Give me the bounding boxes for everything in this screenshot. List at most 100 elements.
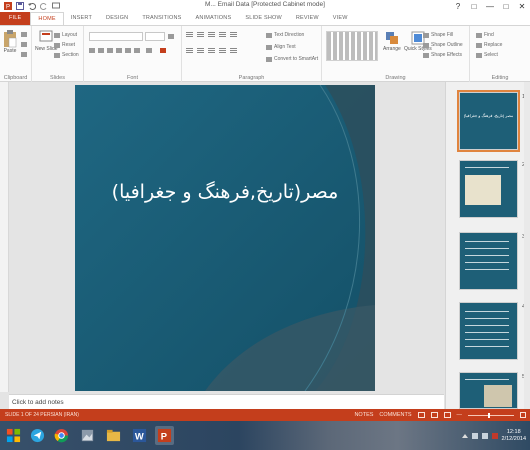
vertical-ruler bbox=[0, 82, 9, 392]
current-slide[interactable]: مصر(تاریخ,فرهنگ و جغرافیا) bbox=[75, 85, 375, 391]
tab-design[interactable]: DESIGN bbox=[99, 12, 135, 25]
notes-pane[interactable]: Click to add notes bbox=[9, 394, 444, 409]
svg-text:W: W bbox=[135, 431, 144, 441]
drawing-group: Arrange Quick Styles Shape Fill Shape Ou… bbox=[322, 26, 470, 82]
numbering-icon[interactable] bbox=[197, 32, 204, 37]
word-icon[interactable]: W bbox=[130, 426, 149, 445]
tab-transitions[interactable]: TRANSITIONS bbox=[135, 12, 188, 25]
line-spacing-icon[interactable] bbox=[230, 32, 237, 37]
shadow-icon[interactable] bbox=[116, 48, 122, 53]
zoom-out-button[interactable]: — bbox=[457, 412, 463, 418]
paste-label: Paste bbox=[3, 48, 17, 54]
tab-review[interactable]: REVIEW bbox=[289, 12, 326, 25]
network-icon[interactable] bbox=[471, 432, 478, 439]
font-size-select[interactable] bbox=[145, 32, 165, 41]
tab-slide-show[interactable]: SLIDE SHOW bbox=[238, 12, 289, 25]
notes-toggle[interactable]: NOTES bbox=[354, 412, 373, 418]
italic-icon[interactable] bbox=[98, 48, 104, 53]
justify-icon[interactable] bbox=[219, 48, 226, 53]
language-icon[interactable] bbox=[491, 432, 498, 439]
tray-arrow-icon[interactable] bbox=[461, 433, 468, 438]
paragraph-group-label: Paragraph bbox=[238, 75, 265, 81]
slide-thumbnail-2[interactable] bbox=[459, 160, 518, 218]
thumbnail-image bbox=[484, 385, 512, 407]
text-direction-label: Text Direction bbox=[274, 32, 305, 38]
file-explorer-icon[interactable] bbox=[104, 426, 123, 445]
tab-home[interactable]: HOME bbox=[30, 12, 64, 25]
select-button[interactable]: Select bbox=[476, 52, 498, 58]
thumbnail-text-line bbox=[465, 248, 509, 249]
reset-button[interactable]: Reset bbox=[54, 42, 75, 48]
reading-view-icon[interactable] bbox=[443, 412, 451, 418]
align-text-button[interactable]: Align Text bbox=[266, 44, 296, 50]
section-button[interactable]: Section bbox=[54, 52, 79, 58]
font-group: Font bbox=[84, 26, 182, 82]
zoom-slider[interactable] bbox=[468, 412, 514, 418]
strikethrough-icon[interactable] bbox=[125, 48, 131, 53]
help-button[interactable]: ? bbox=[450, 0, 466, 12]
paste-button[interactable]: Paste bbox=[3, 30, 17, 54]
slide-thumbnail-3[interactable] bbox=[459, 232, 518, 290]
powerpoint-taskbar-icon[interactable]: P bbox=[155, 426, 174, 445]
zoom-slider-knob[interactable] bbox=[488, 412, 490, 418]
taskbar-clock[interactable]: 12:18 2/12/2014 bbox=[502, 429, 526, 443]
layout-button[interactable]: Layout bbox=[54, 32, 77, 38]
ribbon-display-button[interactable]: □ bbox=[466, 0, 482, 12]
slide-thumbnail-5[interactable] bbox=[459, 372, 518, 409]
align-center-icon[interactable] bbox=[197, 48, 204, 53]
font-name-select[interactable] bbox=[89, 32, 143, 41]
shape-effects-button[interactable]: Shape Effects bbox=[423, 52, 462, 58]
text-direction-button[interactable]: Text Direction bbox=[266, 32, 304, 38]
shape-outline-button[interactable]: Shape Outline bbox=[423, 42, 463, 48]
windows-taskbar: W P 12:18 2/12/2014 bbox=[0, 421, 530, 450]
shape-fill-button[interactable]: Shape Fill bbox=[423, 32, 453, 38]
format-painter-icon[interactable] bbox=[21, 52, 27, 57]
columns-icon[interactable] bbox=[230, 48, 237, 53]
slide-title[interactable]: مصر(تاریخ,فرهنگ و جغرافیا) bbox=[75, 181, 375, 203]
arrange-icon bbox=[385, 32, 398, 44]
minimize-button[interactable]: — bbox=[482, 0, 498, 12]
find-label: Find bbox=[484, 32, 494, 38]
align-left-icon[interactable] bbox=[186, 48, 193, 53]
bullets-icon[interactable] bbox=[186, 32, 193, 37]
tab-insert[interactable]: INSERT bbox=[64, 12, 99, 25]
replace-button[interactable]: Replace bbox=[476, 42, 502, 48]
fit-to-window-icon[interactable] bbox=[520, 412, 526, 418]
tab-file[interactable]: FILE bbox=[0, 12, 31, 25]
volume-icon[interactable] bbox=[481, 432, 488, 439]
editing-group-label: Editing bbox=[491, 75, 509, 81]
bold-icon[interactable] bbox=[89, 48, 95, 53]
increase-indent-icon[interactable] bbox=[219, 32, 226, 37]
thumbnail-text-line bbox=[465, 325, 509, 326]
comments-toggle[interactable]: COMMENTS bbox=[379, 412, 411, 418]
align-right-icon[interactable] bbox=[208, 48, 215, 53]
thumbnails-scrollbar[interactable] bbox=[524, 82, 530, 409]
find-button[interactable]: Find bbox=[476, 32, 494, 38]
chrome-icon[interactable] bbox=[52, 426, 71, 445]
copy-icon[interactable] bbox=[21, 42, 27, 47]
tab-animations[interactable]: ANIMATIONS bbox=[189, 12, 239, 25]
decrease-indent-icon[interactable] bbox=[208, 32, 215, 37]
grow-font-icon[interactable] bbox=[168, 34, 174, 39]
gallery-app-icon[interactable] bbox=[78, 426, 97, 445]
character-spacing-icon[interactable] bbox=[134, 48, 140, 53]
cut-icon[interactable] bbox=[21, 32, 27, 37]
start-button[interactable] bbox=[4, 426, 23, 445]
slide-thumbnail-4[interactable] bbox=[459, 302, 518, 360]
section-label: Section bbox=[62, 52, 79, 58]
font-color-icon[interactable] bbox=[160, 48, 166, 53]
thumbnail-text-line bbox=[465, 318, 509, 319]
slide-thumbnail-1[interactable]: مصر (تاریخ، فرهنگ و جغرافیا) bbox=[457, 90, 520, 152]
change-case-icon[interactable] bbox=[146, 48, 152, 53]
close-button[interactable]: ✕ bbox=[514, 0, 530, 12]
maximize-button[interactable]: □ bbox=[498, 0, 514, 12]
slide-sorter-icon[interactable] bbox=[430, 412, 438, 418]
shapes-gallery[interactable] bbox=[326, 31, 378, 61]
telegram-icon[interactable] bbox=[28, 426, 47, 445]
normal-view-icon[interactable] bbox=[417, 412, 425, 418]
tab-view[interactable]: VIEW bbox=[326, 12, 355, 25]
underline-icon[interactable] bbox=[107, 48, 113, 53]
convert-smartart-label: Convert to SmartArt bbox=[274, 56, 319, 62]
convert-smartart-button[interactable]: Convert to SmartArt bbox=[266, 56, 318, 62]
arrange-button[interactable]: Arrange bbox=[383, 30, 401, 52]
